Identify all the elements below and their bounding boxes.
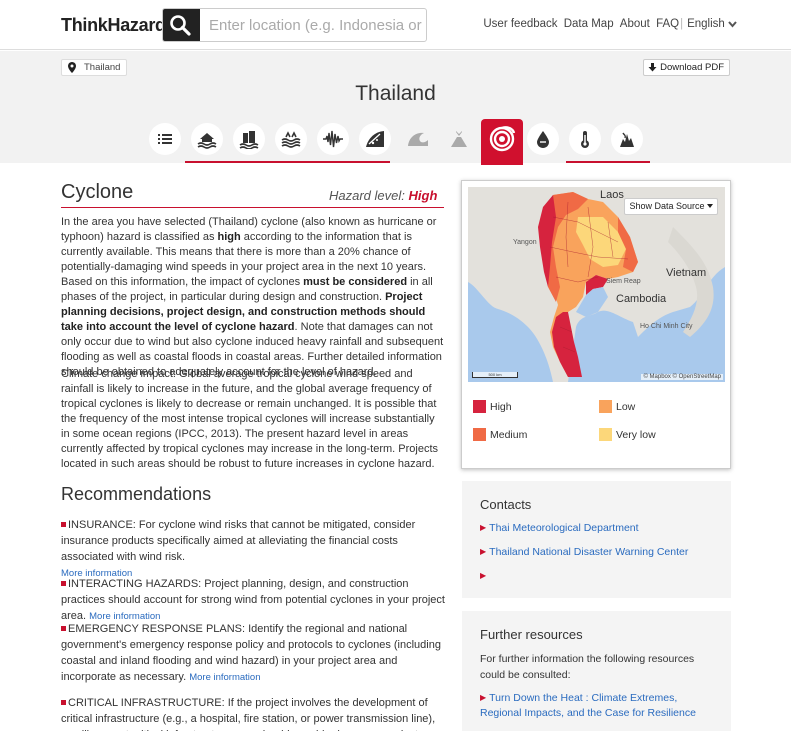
list-icon bbox=[158, 134, 172, 144]
hazard-cyclone[interactable] bbox=[481, 119, 523, 165]
hazard-volcano[interactable] bbox=[443, 123, 475, 155]
water-scarcity-icon bbox=[537, 131, 549, 148]
hazard-landslide[interactable] bbox=[359, 123, 391, 155]
title-divider bbox=[61, 207, 444, 208]
hazard-coastal-flood[interactable] bbox=[275, 123, 307, 155]
hazard-urban-flood[interactable] bbox=[233, 123, 265, 155]
hazard-wildfire[interactable] bbox=[611, 123, 643, 155]
hazard-level: Hazard level: High bbox=[329, 188, 438, 203]
resources-title: Further resources bbox=[480, 627, 583, 642]
map-label-vietnam: Vietnam bbox=[666, 267, 707, 279]
earthquake-icon bbox=[323, 130, 343, 148]
contact-link[interactable]: ▶ Thai Meteorological Department bbox=[480, 520, 720, 536]
legend-low: Low bbox=[599, 400, 635, 414]
contacts-title: Contacts bbox=[480, 497, 532, 512]
map-attribution[interactable]: © Mapbox © OpenStreetMap bbox=[641, 374, 723, 380]
tsunami-icon bbox=[408, 132, 428, 146]
nav-user-feedback[interactable]: User feedback bbox=[483, 18, 557, 30]
contacts-panel: Contacts ▶ Thai Meteorological Department… bbox=[462, 481, 731, 598]
legend-high: High bbox=[473, 400, 512, 414]
download-pdf-button[interactable]: Download PDF bbox=[643, 59, 730, 76]
thinkhazard-logo[interactable]: ThinkHazard! bbox=[61, 15, 172, 36]
breadcrumb[interactable]: Thailand bbox=[61, 59, 128, 76]
extreme-heat-icon bbox=[581, 131, 589, 148]
hazard-icon-bar bbox=[148, 119, 650, 165]
search-input[interactable] bbox=[203, 9, 425, 41]
landslide-icon bbox=[366, 131, 384, 147]
hazard-extreme-heat[interactable] bbox=[569, 123, 601, 155]
map-label-cambodia: Cambodia bbox=[616, 293, 667, 305]
show-data-source-button[interactable]: Show Data Source bbox=[624, 198, 718, 215]
download-pdf-label: Download PDF bbox=[660, 62, 724, 73]
hazard-bar-left bbox=[185, 161, 390, 163]
nav-language[interactable]: English bbox=[687, 18, 725, 30]
map-label-siem-reap: Siem Reap bbox=[606, 278, 641, 285]
country-title: Thailand bbox=[355, 82, 436, 105]
nav-about[interactable]: About bbox=[620, 18, 650, 30]
contact-link[interactable]: ▶ bbox=[480, 568, 720, 584]
hazard-list[interactable] bbox=[149, 123, 181, 155]
map-scale: 500 km bbox=[472, 372, 518, 378]
chevron-down-icon[interactable] bbox=[728, 20, 737, 28]
map-label-ho-chi-minh: Ho Chi Minh City bbox=[640, 323, 693, 330]
caret-down-icon bbox=[707, 204, 713, 208]
nav-data-map[interactable]: Data Map bbox=[564, 18, 614, 30]
hazard-description: In the area you have selected (Thailand)… bbox=[61, 216, 444, 378]
volcano-icon bbox=[451, 131, 467, 147]
hazard-earthquake[interactable] bbox=[317, 123, 349, 155]
river-flood-icon bbox=[197, 133, 217, 149]
coastal-flood-icon bbox=[281, 131, 301, 148]
contact-link[interactable]: ▶ Thailand National Disaster Warning Cent… bbox=[480, 544, 720, 560]
search-button[interactable] bbox=[163, 9, 200, 41]
recommendation-item: EMERGENCY RESPONSE PLANS: Identify the r… bbox=[61, 623, 441, 683]
further-resources-panel: Further resources For further informatio… bbox=[462, 611, 731, 731]
hazard-title: Cyclone bbox=[61, 181, 134, 203]
map-label-yangon: Yangon bbox=[513, 239, 537, 246]
legend-very-low: Very low bbox=[599, 428, 656, 442]
resources-intro: For further information the following re… bbox=[480, 653, 695, 681]
cyclone-icon bbox=[489, 126, 516, 152]
download-icon bbox=[648, 63, 657, 72]
breadcrumb-label: Thailand bbox=[84, 62, 121, 73]
hazard-water-scarcity[interactable] bbox=[527, 123, 559, 155]
top-nav: User feedback Data Map About FAQ| English bbox=[480, 18, 737, 30]
map-canvas bbox=[468, 187, 725, 382]
hazard-map-card: Show Data Source Laos Vietnam Cambodia Y… bbox=[461, 180, 731, 469]
urban-flood-icon bbox=[239, 131, 259, 149]
map-label-laos: Laos bbox=[600, 189, 624, 201]
climate-change-impact: Climate change impact: Global average tr… bbox=[61, 368, 439, 470]
hazard-bar-right bbox=[566, 161, 650, 163]
recommendation-item: INSURANCE: For cyclone wind risks that c… bbox=[61, 519, 416, 579]
more-information-link[interactable]: More information bbox=[189, 672, 260, 683]
map-pin-icon bbox=[68, 62, 76, 73]
recommendation-item: INTERACTING HAZARDS: Project planning, d… bbox=[61, 578, 445, 622]
nav-faq[interactable]: FAQ bbox=[656, 18, 679, 30]
resource-link[interactable]: ▶ Turn Down the Heat : Climate Extremes, … bbox=[480, 690, 720, 721]
recommendations-title: Recommendations bbox=[61, 484, 212, 504]
search-icon bbox=[170, 15, 191, 36]
hazard-map[interactable]: Show Data Source Laos Vietnam Cambodia Y… bbox=[468, 187, 725, 382]
top-header: ThinkHazard! User feedback Data Map Abou… bbox=[0, 0, 791, 50]
hazard-river-flood[interactable] bbox=[191, 123, 223, 155]
location-search bbox=[162, 8, 427, 42]
hazard-level-value: High bbox=[408, 188, 438, 203]
wildfire-icon bbox=[620, 132, 634, 147]
hazard-tsunami[interactable] bbox=[401, 123, 433, 155]
legend-medium: Medium bbox=[473, 428, 527, 442]
recommendation-item: CRITICAL INFRASTRUCTURE: If the project … bbox=[61, 697, 439, 731]
